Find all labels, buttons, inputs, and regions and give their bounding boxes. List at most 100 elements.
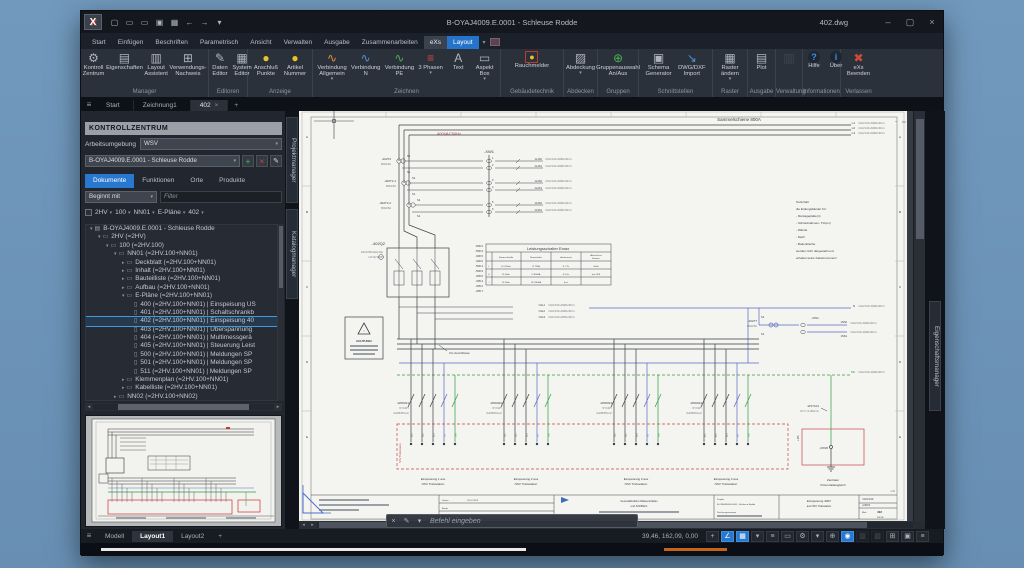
close-icon[interactable]: × — [387, 518, 400, 525]
ribbon-button[interactable]: ⊞ Verwendungs- Nachweis — [169, 51, 206, 77]
breadcrumb-segment[interactable]: 100▾ — [115, 209, 130, 216]
app-logo-icon[interactable]: X — [84, 14, 102, 30]
expander-icon[interactable]: ▸ — [122, 276, 125, 282]
expander-icon[interactable]: ▸ — [122, 260, 125, 266]
ribbon-tab[interactable]: Ansicht — [244, 36, 277, 49]
breadcrumb-segment[interactable]: NN01▾ — [134, 209, 155, 216]
ribbon-button[interactable]: ▤ Eigenschaften — [106, 51, 143, 71]
expander-icon[interactable]: ▸ — [122, 268, 125, 274]
breadcrumb-segment[interactable]: 2HV▾ — [95, 209, 112, 216]
ribbon-button[interactable]: ✎ Daten Editor — [209, 51, 231, 77]
tree-item[interactable]: ▯500 (=2HV.100+NN01) | Meldungen SP — [86, 351, 277, 359]
status-icon[interactable]: ⊞ — [886, 531, 899, 542]
expander-icon[interactable]: ▾ — [122, 293, 125, 299]
breadcrumb-segment[interactable]: E-Pläne▾ — [158, 209, 186, 216]
expander-icon[interactable]: ▾ — [98, 234, 101, 240]
viewport-vertical-scrollbar[interactable] — [913, 111, 925, 521]
tree-item[interactable]: ▯405 (=2HV.100+NN01) | Steuerung Leist — [86, 342, 277, 350]
ribbon-tab[interactable]: eXs — [424, 36, 447, 49]
expander-icon[interactable]: ▾ — [106, 243, 109, 249]
ribbon-collapse-icon[interactable]: ▾ — [483, 39, 486, 49]
ribbon-button[interactable]: ▥ — [778, 51, 800, 65]
scroll-left-icon[interactable]: ◂ — [85, 404, 93, 410]
tab-projektmanager[interactable]: Projektmanager — [286, 117, 298, 203]
quick-access-icon[interactable]: ▭ — [138, 16, 151, 29]
ribbon-button[interactable]: ∿ Verbindung N — [351, 51, 380, 77]
scroll-right-icon[interactable]: ▸ — [274, 404, 282, 410]
tree-item[interactable]: ▾▭100 (=2HV.100) — [86, 242, 277, 250]
breadcrumb-checkbox[interactable] — [85, 209, 92, 216]
tree-item[interactable]: ▸▭Deckblatt (=2HV.100+NN01) — [86, 259, 277, 267]
ribbon-button[interactable]: A Text — [447, 51, 469, 71]
status-icon[interactable]: ▥ — [856, 531, 869, 542]
document-tab[interactable]: 402× — [191, 100, 229, 111]
add-project-button[interactable]: + — [242, 155, 254, 167]
status-icon[interactable]: ▣ — [901, 531, 914, 542]
drawing-viewport[interactable]: A B C D E A B C D E 400VAC50Hz S — [299, 111, 913, 521]
expander-icon[interactable]: ▸ — [122, 377, 125, 383]
ribbon-tab[interactable]: Zusammenarbeiten — [356, 36, 424, 49]
tree-item[interactable]: ▾▭E-Pläne (=2HV.100+NN01) — [86, 292, 277, 300]
status-icon[interactable]: ≡ — [766, 531, 779, 542]
tab-katalogmanager[interactable]: Katalogmanager — [286, 209, 298, 299]
tree-item[interactable]: ▯401 (=2HV.100+NN01) | Schaltschrankb — [86, 309, 277, 317]
command-input-hint[interactable]: Befehl eingeben — [430, 518, 481, 525]
quick-access-icon[interactable]: ▣ — [153, 16, 166, 29]
breadcrumb-segment[interactable]: 402▾ — [188, 209, 203, 216]
status-icon[interactable]: + — [706, 531, 719, 542]
tree-item[interactable]: ▸▭Kabelliste (=2HV.100+NN01) — [86, 384, 277, 392]
expander-icon[interactable]: ▾ — [114, 251, 117, 257]
new-tab-button[interactable]: + — [228, 100, 244, 111]
tree-item[interactable]: ▾▤B-OYAJ4009.E.0001 - Schleuse Rodde — [86, 225, 277, 233]
status-icon[interactable]: ∠ — [721, 531, 734, 542]
status-icon[interactable]: ▾ — [751, 531, 764, 542]
ribbon-button[interactable]: ∿ Verbindung PE — [385, 51, 414, 77]
project-select[interactable]: B-OYAJ4009.E.0001 - Schleuse Rodde ▾ — [85, 155, 240, 167]
quick-access-icon[interactable]: ▦ — [168, 16, 181, 29]
tree-item[interactable]: ▸▭Inhalt (=2HV.100+NN01) — [86, 267, 277, 275]
chevron-down-icon[interactable]: ▾ — [413, 517, 426, 525]
panel-tab[interactable]: Dokumente — [85, 174, 134, 188]
filter-mode-select[interactable]: Beginnt mit ▾ — [85, 191, 157, 203]
menu-burger-icon[interactable]: ≡ — [81, 100, 97, 111]
tree-scrollbar[interactable] — [278, 224, 284, 401]
ribbon-button[interactable]: ▥ Layout Assistent — [144, 51, 168, 77]
tree-item[interactable]: ▾▭NN01 (=2HV.100+NN01) — [86, 250, 277, 258]
tab-eigenschaftsmanager[interactable]: Eigenschaftsmanager — [929, 301, 941, 411]
ribbon-button[interactable]: ▦ Raster ändern ▾ — [719, 51, 741, 82]
quick-access-icon[interactable]: → — [198, 16, 211, 29]
tree-item[interactable]: ▸▭Aufbau (=2HV.100+NN01) — [86, 284, 277, 292]
tree-item[interactable]: ▾▭2HV (=2HV) — [86, 233, 277, 241]
ribbon-tab[interactable]: Ausgabe — [318, 36, 356, 49]
ribbon-button[interactable]: ↘ DWG/DXF Import — [678, 51, 705, 77]
ribbon-tab[interactable]: Beschriften — [149, 36, 194, 49]
document-tab[interactable]: Start — [97, 100, 134, 111]
minimize-button[interactable]: – — [881, 17, 895, 28]
tree-item[interactable]: ▯403 (=2HV.100+NN01) | Überspannung — [86, 326, 277, 334]
tree-item[interactable]: ▯404 (=2HV.100+NN01) | Multimessgerä — [86, 334, 277, 342]
tree-item[interactable]: ▸▭NN02 (=2HV.100+NN02) — [86, 393, 277, 401]
layout-menu-icon[interactable]: ≡ — [81, 531, 97, 542]
tree-item[interactable]: ▯501 (=2HV.100+NN01) | Meldungen SP — [86, 359, 277, 367]
tab-close-icon[interactable]: × — [215, 102, 219, 109]
filter-input[interactable]: Filter — [160, 191, 282, 203]
ribbon-button[interactable]: ✖ eXs Beenden — [847, 51, 870, 77]
expander-icon[interactable]: ▸ — [122, 285, 125, 291]
quick-access-icon[interactable]: ▭ — [123, 16, 136, 29]
layout-tab[interactable]: Layout1 — [132, 531, 173, 542]
ribbon-button[interactable]: ● Anschluß Punkte — [254, 51, 278, 77]
ribbon-tab[interactable]: Parametrisch — [194, 36, 244, 49]
ribbon-button[interactable]: ? Hilfe — [803, 51, 825, 69]
ribbon-button[interactable]: ▣ Schema Generator — [646, 51, 672, 77]
panel-tab[interactable]: Produkte — [211, 174, 253, 188]
status-icon[interactable]: ▭ — [781, 531, 794, 542]
layout-tab[interactable]: Layout2 — [173, 531, 212, 542]
workspace-select[interactable]: WSV ▾ — [140, 138, 282, 150]
workspace-swatch-icon[interactable] — [490, 38, 500, 46]
status-icon[interactable]: ◉ — [841, 531, 854, 542]
status-icon[interactable]: ⊕ — [826, 531, 839, 542]
ribbon-button[interactable]: ∿ Verbindung Allgemein ▾ — [317, 51, 346, 82]
ribbon-tab[interactable]: Layout — [447, 36, 479, 49]
close-button[interactable]: × — [925, 17, 939, 28]
maximize-button[interactable]: ▢ — [903, 17, 917, 28]
